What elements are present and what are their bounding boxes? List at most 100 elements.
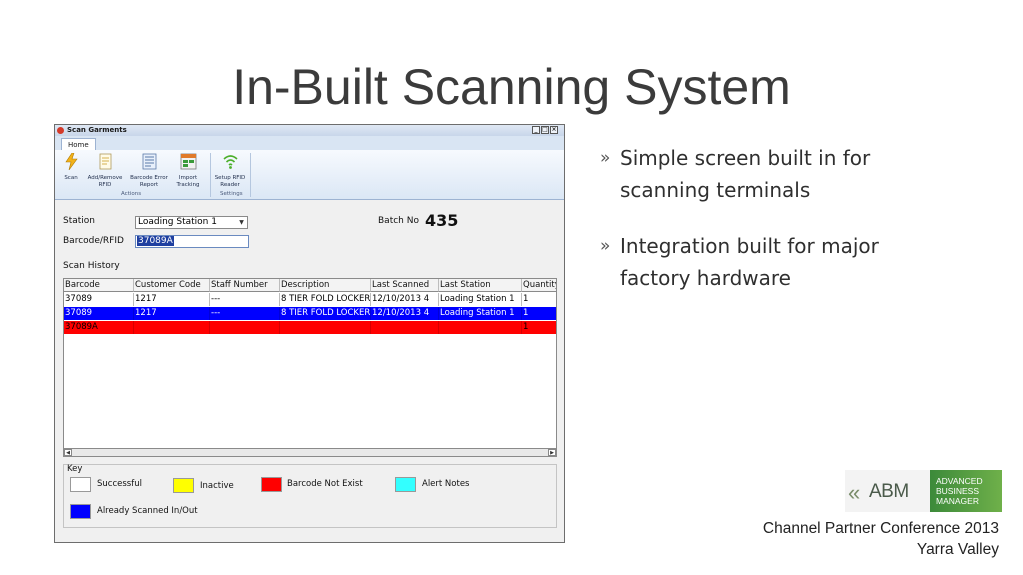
table-cell[interactable]: Loading Station 1 bbox=[439, 293, 522, 306]
key-swatch-already-scanned bbox=[70, 504, 91, 519]
document-icon bbox=[99, 153, 111, 170]
table-cell[interactable]: 1 bbox=[522, 321, 556, 334]
add-remove-rfid-label: Add/Remove RFID bbox=[87, 175, 123, 188]
barcode-error-report-label: Barcode Error Report bbox=[130, 175, 168, 188]
ribbon: Scan Add/Remove RFID Barcode Error Repor… bbox=[55, 150, 564, 200]
group-label-settings: Settings bbox=[220, 191, 243, 197]
import-tracking-label: Import Tracking bbox=[176, 175, 200, 188]
wireless-icon bbox=[222, 155, 238, 169]
barcode-error-report-button[interactable]: Barcode Error Report bbox=[129, 153, 169, 189]
table-cell[interactable] bbox=[210, 321, 280, 334]
column-header[interactable]: Barcode bbox=[64, 279, 134, 292]
scroll-right-icon[interactable]: ▶ bbox=[548, 449, 556, 456]
scan-button-label: Scan bbox=[64, 175, 78, 181]
maximize-button[interactable]: □ bbox=[541, 126, 549, 134]
column-header[interactable]: Last Scanned bbox=[371, 279, 439, 292]
scan-button[interactable]: Scan bbox=[59, 152, 83, 182]
table-cell[interactable]: Loading Station 1 bbox=[439, 307, 522, 320]
column-header[interactable]: Last Station bbox=[439, 279, 522, 292]
key-label: Alert Notes bbox=[422, 479, 470, 489]
table-cell[interactable]: 8 TIER FOLD LOCKER bbox=[280, 307, 371, 320]
table-header: Barcode Customer Code Staff Number Descr… bbox=[64, 279, 556, 292]
horizontal-scrollbar[interactable]: ◀ ▶ bbox=[63, 448, 557, 457]
key-swatch-alert-notes bbox=[395, 477, 416, 492]
app-icon bbox=[57, 127, 64, 134]
table-cell[interactable]: 1 bbox=[522, 293, 556, 306]
table-cell[interactable]: 1217 bbox=[134, 307, 210, 320]
chevron-down-icon[interactable]: ▼ bbox=[237, 218, 246, 227]
key-label: Successful bbox=[97, 479, 142, 489]
setup-rfid-reader-label: Setup RFID Reader bbox=[214, 175, 246, 188]
table-cell[interactable]: 1217 bbox=[134, 293, 210, 306]
setup-rfid-reader-button[interactable]: Setup RFID Reader bbox=[213, 153, 247, 189]
close-button[interactable]: × bbox=[550, 126, 558, 134]
footer-line: Yarra Valley bbox=[916, 541, 999, 558]
key-swatch-inactive bbox=[173, 478, 194, 493]
table-cell[interactable]: 1 bbox=[522, 307, 556, 320]
table-cell[interactable]: 8 TIER FOLD LOCKER bbox=[280, 293, 371, 306]
barcode-input-value: 37089A bbox=[137, 236, 174, 246]
bullet-item: » Simple screen built in for scanning te… bbox=[600, 142, 930, 206]
key-label: Already Scanned In/Out bbox=[97, 506, 198, 516]
barcode-label: Barcode/RFID bbox=[63, 236, 124, 246]
key-swatch-successful bbox=[70, 477, 91, 492]
group-label-actions: Actions bbox=[121, 191, 142, 197]
lightning-icon bbox=[64, 152, 78, 171]
key-swatch-not-exist bbox=[261, 477, 282, 492]
abm-logo-wordmark: ADVANCED BUSINESS MANAGER bbox=[930, 470, 1002, 512]
table-row[interactable]: 37089A 1 bbox=[64, 321, 556, 334]
table-cell[interactable]: --- bbox=[210, 307, 280, 320]
scroll-left-icon[interactable]: ◀ bbox=[64, 449, 72, 456]
slide-title: In-Built Scanning System bbox=[232, 59, 791, 115]
barcode-input[interactable]: 37089A bbox=[135, 235, 249, 248]
table-cell[interactable]: 37089 bbox=[64, 307, 134, 320]
status-key: Key Successful Inactive Barcode Not Exis… bbox=[63, 464, 557, 528]
table-row[interactable]: 37089 1217 --- 8 TIER FOLD LOCKER 12/10/2013… bbox=[64, 293, 556, 306]
ribbon-tabs: Home bbox=[55, 136, 564, 151]
table-row[interactable]: 37089 1217 --- 8 TIER FOLD LOCKER 12/10/2013… bbox=[64, 307, 556, 320]
chevron-left-icon: « bbox=[848, 480, 861, 505]
chevron-right-icon: » bbox=[600, 148, 611, 168]
table-cell[interactable]: 12/10/2013 4 bbox=[371, 293, 439, 306]
column-header[interactable]: Customer Code bbox=[134, 279, 210, 292]
key-title: Key bbox=[67, 464, 83, 474]
key-label: Barcode Not Exist bbox=[287, 479, 363, 489]
column-header[interactable]: Quantity bbox=[522, 279, 556, 292]
slide-footer: Channel Partner Conference 2013 Yarra Va… bbox=[763, 518, 999, 560]
window-titlebar[interactable]: Scan Garments _ □ × bbox=[55, 125, 564, 136]
add-remove-rfid-button[interactable]: Add/Remove RFID bbox=[85, 153, 125, 189]
key-label: Inactive bbox=[200, 481, 234, 491]
logo-line: MANAGER bbox=[936, 496, 979, 506]
batch-number: 435 bbox=[425, 211, 459, 230]
table-cell[interactable] bbox=[371, 321, 439, 334]
column-header[interactable]: Staff Number bbox=[210, 279, 280, 292]
abm-logo-mark: « ABM bbox=[845, 470, 930, 512]
scan-history-table: Barcode Customer Code Staff Number Descr… bbox=[63, 278, 557, 450]
report-icon bbox=[142, 153, 156, 170]
logo-line: BUSINESS bbox=[936, 486, 979, 496]
table-cell[interactable] bbox=[439, 321, 522, 334]
column-header[interactable]: Description bbox=[280, 279, 371, 292]
table-cell[interactable] bbox=[134, 321, 210, 334]
bullet-text: Simple screen built in for scanning term… bbox=[620, 146, 871, 202]
table-cell[interactable]: 37089A bbox=[64, 321, 134, 334]
footer-line: Channel Partner Conference 2013 bbox=[762, 520, 999, 537]
table-cell[interactable]: --- bbox=[210, 293, 280, 306]
window-title: Scan Garments bbox=[67, 126, 127, 134]
station-select[interactable]: Loading Station 1 ▼ bbox=[135, 216, 248, 229]
group-separator bbox=[250, 153, 251, 197]
bullet-list: » Simple screen built in for scanning te… bbox=[600, 142, 930, 318]
station-select-value: Loading Station 1 bbox=[138, 217, 217, 227]
bullet-text: Integration built for major factory hard… bbox=[620, 234, 879, 290]
group-separator bbox=[210, 153, 211, 197]
scan-garments-window: Scan Garments _ □ × Home Scan Add/Remove… bbox=[54, 124, 565, 543]
table-cell[interactable]: 37089 bbox=[64, 293, 134, 306]
minimize-button[interactable]: _ bbox=[532, 126, 540, 134]
bullet-item: » Integration built for major factory ha… bbox=[600, 230, 930, 294]
table-cell[interactable] bbox=[280, 321, 371, 334]
scan-history-label: Scan History bbox=[63, 261, 120, 271]
logo-line: ADVANCED bbox=[936, 476, 983, 486]
table-cell[interactable]: 12/10/2013 4 bbox=[371, 307, 439, 320]
import-tracking-button[interactable]: Import Tracking bbox=[173, 153, 203, 189]
abm-logo: « ABM ADVANCED BUSINESS MANAGER bbox=[845, 470, 1002, 512]
